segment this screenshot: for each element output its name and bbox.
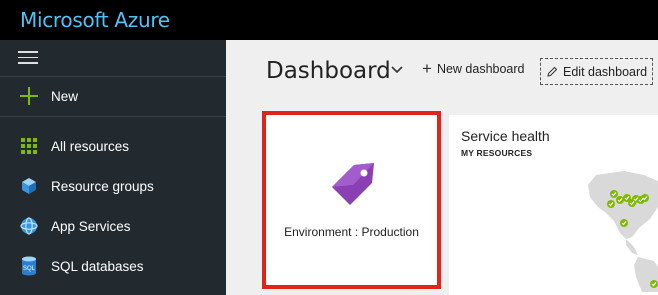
grid-icon <box>18 135 40 157</box>
new-dashboard-button[interactable]: + New dashboard <box>422 59 525 78</box>
svg-text:SQL: SQL <box>23 266 36 272</box>
tag-tile-label: Environment : Production <box>284 225 419 239</box>
database-icon: SQL <box>18 255 40 277</box>
pencil-icon <box>547 66 558 77</box>
chevron-down-icon[interactable] <box>390 62 404 80</box>
edit-dashboard-label: Edit dashboard <box>563 64 648 79</box>
main-content: Dashboard + New dashboard Edit dashboard… <box>226 40 658 295</box>
top-bar: Microsoft Azure <box>0 0 658 40</box>
sidebar-item-label: Resource groups <box>51 178 154 194</box>
hamburger-menu-icon[interactable] <box>18 51 38 65</box>
sidebar-item-all-resources[interactable]: All resources <box>0 127 226 165</box>
page-title: Dashboard <box>266 58 391 84</box>
cube-icon <box>18 175 40 197</box>
plus-icon <box>18 85 40 107</box>
plus-icon: + <box>422 59 432 78</box>
new-dashboard-label: New dashboard <box>436 62 525 76</box>
edit-dashboard-button[interactable]: Edit dashboard <box>540 58 654 85</box>
sidebar-item-label: All resources <box>51 138 130 154</box>
sidebar-item-label: New <box>51 88 79 104</box>
sidebar-item-resource-groups[interactable]: Resource groups <box>0 167 226 205</box>
tag-tile[interactable]: Environment : Production <box>263 115 440 287</box>
sidebar-item-label: App Services <box>51 218 131 234</box>
service-health-tile[interactable]: Service health MY RESOURCES <box>449 115 658 295</box>
sidebar-divider <box>0 116 226 117</box>
sidebar-item-app-services[interactable]: App Services <box>0 207 226 245</box>
service-health-title: Service health <box>461 128 550 144</box>
brand-title[interactable]: Microsoft Azure <box>20 8 170 32</box>
globe-icon <box>18 215 40 237</box>
sidebar-item-new[interactable]: New <box>0 77 226 115</box>
sidebar-item-label: SQL databases <box>51 258 144 274</box>
sidebar: New All resources Resource groups App Se… <box>0 40 226 295</box>
service-health-subtitle: MY RESOURCES <box>461 148 533 158</box>
sidebar-item-sql-databases[interactable]: SQL SQL databases <box>0 247 226 285</box>
world-map <box>584 167 658 295</box>
tag-icon <box>328 158 378 213</box>
